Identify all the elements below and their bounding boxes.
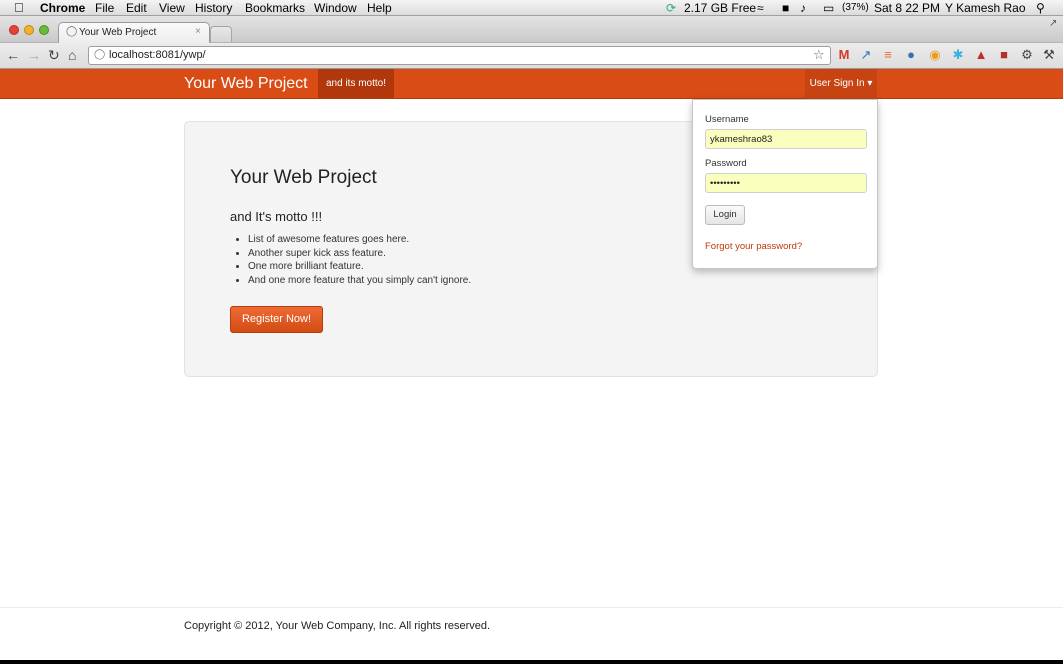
lock-icon[interactable]: ■ <box>782 1 789 15</box>
feature-list: List of awesome features goes here. Anot… <box>248 233 471 287</box>
nav-motto-link[interactable]: and its motto! <box>318 69 394 99</box>
settings-gear-icon[interactable]: ⚙ <box>1019 47 1035 63</box>
feature-item: Another super kick ass feature. <box>248 247 471 261</box>
forward-icon[interactable]: → <box>27 47 41 63</box>
footer-divider <box>0 607 1063 608</box>
mac-menubar:  Chrome File Edit View History Bookmark… <box>0 0 1063 16</box>
menu-edit[interactable]: Edit <box>126 1 147 15</box>
user-name[interactable]: Y Kamesh Rao <box>945 1 1026 15</box>
address-bar[interactable]: ◯ localhost:8081/ywp/ ☆ <box>88 46 831 65</box>
new-tab-button[interactable] <box>210 26 232 42</box>
menu-view[interactable]: View <box>159 1 185 15</box>
feature-item: One more brilliant feature. <box>248 260 471 274</box>
login-button[interactable]: Login <box>705 205 745 225</box>
battery-percent[interactable]: (37%) <box>842 1 869 15</box>
site-navbar: Your Web Project and its motto! User Sig… <box>0 69 1063 99</box>
car-extension-icon[interactable]: ▲ <box>973 47 989 63</box>
globe-icon: ◯ <box>66 26 78 37</box>
browser-toolbar: ← → ↻ ⌂ ◯ localhost:8081/ywp/ ☆ M ↗ ≡ ● … <box>0 43 1063 69</box>
menu-app-name[interactable]: Chrome <box>40 1 85 15</box>
browser-tab-strip: ◯ Your Web Project × ↗ <box>0 16 1063 43</box>
feature-item: And one more feature that you simply can… <box>248 274 471 288</box>
browser-tab[interactable]: ◯ Your Web Project × <box>58 22 210 43</box>
fullscreen-icon[interactable]: ↗ <box>1049 18 1057 29</box>
clock[interactable]: Sat 8 22 PM <box>874 1 940 15</box>
username-label: Username <box>705 114 749 125</box>
feature-item: List of awesome features goes here. <box>248 233 471 247</box>
menu-help[interactable]: Help <box>367 1 392 15</box>
register-now-button[interactable]: Register Now! <box>230 306 323 333</box>
close-window-icon[interactable] <box>9 25 19 35</box>
menu-bookmarks[interactable]: Bookmarks <box>245 1 305 15</box>
wifi-icon[interactable]: ≈ <box>757 1 764 15</box>
zoom-window-icon[interactable] <box>39 25 49 35</box>
username-field[interactable]: ykameshrao83 <box>705 129 867 149</box>
hero-subtitle: and It's motto !!! <box>230 209 323 224</box>
orange-extension-icon[interactable]: ◉ <box>927 47 943 63</box>
sync-icon[interactable]: ⟳ <box>666 1 676 15</box>
globe-extension-icon[interactable]: ● <box>903 47 919 63</box>
minimize-window-icon[interactable] <box>24 25 34 35</box>
wrench-icon[interactable]: ⚒ <box>1041 47 1057 63</box>
stack-extension-icon[interactable]: ≡ <box>880 47 896 63</box>
apple-menu-icon[interactable]:  <box>14 1 24 15</box>
gmail-extension-icon[interactable]: M <box>836 47 852 63</box>
hero-title: Your Web Project <box>230 167 377 188</box>
forgot-password-link[interactable]: Forgot your password? <box>705 241 802 252</box>
url-text[interactable]: localhost:8081/ywp/ <box>109 49 206 61</box>
tab-title: Your Web Project <box>79 27 157 38</box>
reload-icon[interactable]: ↻ <box>48 47 60 63</box>
page-viewport: Your Web Project and its motto! User Sig… <box>0 69 1063 660</box>
tab-close-icon[interactable]: × <box>195 26 201 37</box>
sign-in-dropdown: Username ykameshrao83 Password •••••••••… <box>692 99 878 269</box>
menu-file[interactable]: File <box>95 1 114 15</box>
password-label: Password <box>705 158 747 169</box>
home-icon[interactable]: ⌂ <box>68 47 76 63</box>
spotlight-search-icon[interactable]: ⚲ <box>1036 1 1045 15</box>
menu-window[interactable]: Window <box>314 1 357 15</box>
disk-free-status[interactable]: 2.17 GB Free <box>684 1 756 15</box>
footer-copyright: Copyright © 2012, Your Web Company, Inc.… <box>184 620 491 632</box>
site-brand[interactable]: Your Web Project <box>184 73 308 95</box>
volume-icon[interactable]: ♪ <box>800 1 806 15</box>
password-field[interactable]: ••••••••• <box>705 173 867 193</box>
bookmark-star-icon[interactable]: ☆ <box>813 47 825 63</box>
page-info-icon[interactable]: ◯ <box>94 49 105 60</box>
back-icon[interactable]: ← <box>6 47 20 63</box>
user-sign-in-toggle[interactable]: User Sign In ▾ <box>805 69 877 99</box>
blue-extension-icon[interactable]: ✱ <box>950 47 966 63</box>
battery-icon[interactable]: ▭ <box>823 1 834 15</box>
menu-history[interactable]: History <box>195 1 232 15</box>
analytics-extension-icon[interactable]: ↗ <box>858 47 874 63</box>
red-extension-icon[interactable]: ■ <box>996 47 1012 63</box>
